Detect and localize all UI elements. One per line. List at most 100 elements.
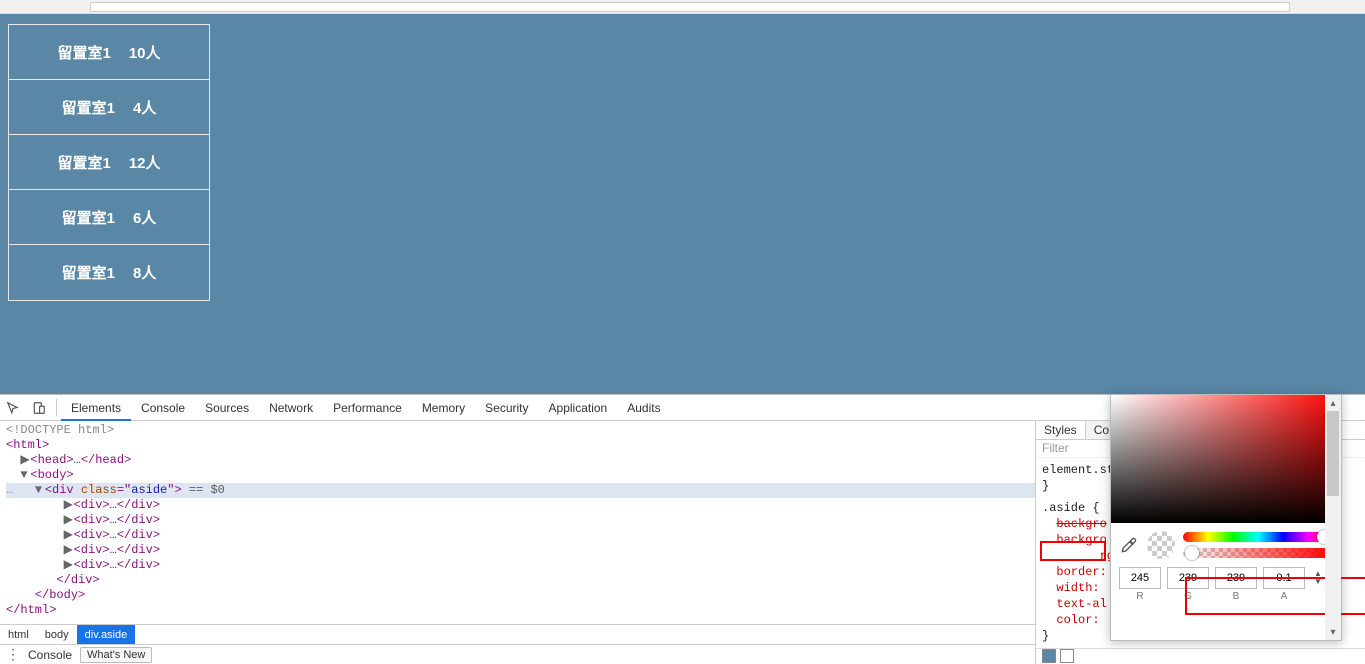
aside-item[interactable]: 留置室1 8人: [9, 245, 209, 300]
b-input[interactable]: [1215, 567, 1257, 589]
css-prop[interactable]: border:: [1056, 565, 1106, 579]
aside-item-label: 留置室1: [62, 207, 115, 228]
tab-security[interactable]: Security: [475, 395, 538, 420]
crumb-label: html: [8, 629, 29, 641]
scroll-up-icon[interactable]: ▴: [1325, 395, 1341, 411]
a-input[interactable]: [1263, 567, 1305, 589]
tab-memory[interactable]: Memory: [412, 395, 475, 420]
drawer-menu-icon[interactable]: ⋮: [6, 646, 20, 663]
tab-styles[interactable]: Styles: [1036, 421, 1086, 439]
aside-item[interactable]: 留置室1 10人: [9, 25, 209, 80]
picker-scrollbar[interactable]: ▴ ▾: [1325, 395, 1341, 640]
color-labels: R G B A: [1111, 591, 1341, 606]
url-input[interactable]: [90, 2, 1290, 12]
dom-node-close: </body>: [35, 588, 85, 602]
aside-item-count: 10人: [129, 42, 161, 63]
css-selector: .aside {: [1042, 501, 1100, 515]
selected-marker: == $0: [182, 483, 225, 497]
crumb-html[interactable]: html: [0, 625, 37, 644]
device-toggle-icon[interactable]: [26, 395, 52, 420]
scroll-down-icon[interactable]: ▾: [1325, 624, 1341, 640]
crumb-label: body: [45, 629, 69, 641]
label-r: R: [1119, 591, 1161, 602]
scroll-thumb[interactable]: [1327, 411, 1339, 496]
page-viewport: 留置室1 10人 留置室1 4人 留置室1 12人 留置室1 6人 留置室1 8…: [0, 14, 1365, 394]
dom-node[interactable]: <html>: [6, 438, 49, 452]
dom-tree[interactable]: <!DOCTYPE html> <html> ▶<head>…</head> ▼…: [0, 421, 1035, 624]
ellipsis: …: [110, 498, 117, 512]
tab-label: Elements: [71, 401, 121, 415]
dom-node-close: </div>: [117, 558, 160, 572]
ellipsis: …: [110, 558, 117, 572]
aside-item[interactable]: 留置室1 4人: [9, 80, 209, 135]
alpha-slider[interactable]: [1183, 548, 1333, 558]
dom-node-close: </div>: [117, 543, 160, 557]
dom-node[interactable]: <div>: [74, 513, 110, 527]
tab-sources[interactable]: Sources: [195, 395, 259, 420]
dom-node-close: </div>: [117, 528, 160, 542]
dom-node[interactable]: <div: [45, 483, 81, 497]
tab-performance[interactable]: Performance: [323, 395, 412, 420]
filter-placeholder: Filter: [1042, 441, 1069, 455]
sv-plane[interactable]: [1111, 395, 1341, 523]
crumb-label: div.aside: [85, 629, 128, 641]
ellipsis: …: [74, 453, 81, 467]
dom-node-close: </html>: [6, 603, 56, 617]
color-picker[interactable]: ▲▼ R G B A ▴ ▾: [1110, 394, 1342, 641]
eyedropper-icon[interactable]: [1119, 535, 1139, 555]
tab-label: Memory: [422, 401, 465, 415]
aside-item-label: 留置室1: [57, 42, 110, 63]
tab-audits[interactable]: Audits: [617, 395, 670, 420]
color-swatches: [1036, 648, 1365, 664]
ellipsis: …: [110, 543, 117, 557]
tab-label: Sources: [205, 401, 249, 415]
label-a: A: [1263, 591, 1305, 602]
slider-thumb[interactable]: [1185, 546, 1199, 560]
css-prop[interactable]: width:: [1056, 581, 1099, 595]
aside-item-label: 留置室1: [62, 262, 115, 283]
css-prop[interactable]: backgro: [1056, 517, 1106, 531]
tab-elements[interactable]: Elements: [61, 395, 131, 420]
css-brace: }: [1042, 479, 1049, 493]
aside-item-count: 12人: [129, 152, 161, 173]
dom-node[interactable]: <div>: [74, 498, 110, 512]
dom-attr: class: [81, 483, 117, 497]
aside-item-label: 留置室1: [62, 97, 115, 118]
swatch[interactable]: [1042, 649, 1056, 663]
swatch[interactable]: [1060, 649, 1074, 663]
aside-item[interactable]: 留置室1 6人: [9, 190, 209, 245]
css-prop[interactable]: text-al: [1056, 597, 1106, 611]
css-prop[interactable]: color:: [1056, 613, 1099, 627]
console-drawer: ⋮ Console What's New: [0, 644, 1035, 664]
r-input[interactable]: [1119, 567, 1161, 589]
css-selector: element.st: [1042, 463, 1114, 477]
g-input[interactable]: [1167, 567, 1209, 589]
dom-attr-value: aside: [131, 483, 167, 497]
tab-network[interactable]: Network: [259, 395, 323, 420]
crumb-body[interactable]: body: [37, 625, 77, 644]
dom-node[interactable]: <head>: [30, 453, 73, 467]
current-color-swatch: [1147, 531, 1175, 559]
browser-address-bar: [0, 0, 1365, 14]
format-stepper[interactable]: ▲▼: [1311, 570, 1325, 586]
tab-label: Console: [141, 401, 185, 415]
inspect-icon[interactable]: [0, 395, 26, 420]
label-g: G: [1167, 591, 1209, 602]
dom-node-close: </head>: [81, 453, 131, 467]
tab-label: Security: [485, 401, 528, 415]
dom-node[interactable]: <div>: [74, 543, 110, 557]
drawer-console-label[interactable]: Console: [28, 648, 72, 662]
aside-item[interactable]: 留置室1 12人: [9, 135, 209, 190]
whats-new-tab[interactable]: What's New: [80, 647, 152, 663]
tab-application[interactable]: Application: [539, 395, 618, 420]
tab-console[interactable]: Console: [131, 395, 195, 420]
dom-node[interactable]: <body>: [30, 468, 73, 482]
dom-node[interactable]: <div>: [74, 558, 110, 572]
aside-item-label: 留置室1: [57, 152, 110, 173]
dom-node-close: </div>: [117, 498, 160, 512]
elements-panel: <!DOCTYPE html> <html> ▶<head>…</head> ▼…: [0, 421, 1035, 664]
hue-slider[interactable]: [1183, 532, 1333, 542]
tab-label: Application: [549, 401, 608, 415]
crumb-selected[interactable]: div.aside: [77, 625, 136, 644]
dom-node[interactable]: <div>: [74, 528, 110, 542]
